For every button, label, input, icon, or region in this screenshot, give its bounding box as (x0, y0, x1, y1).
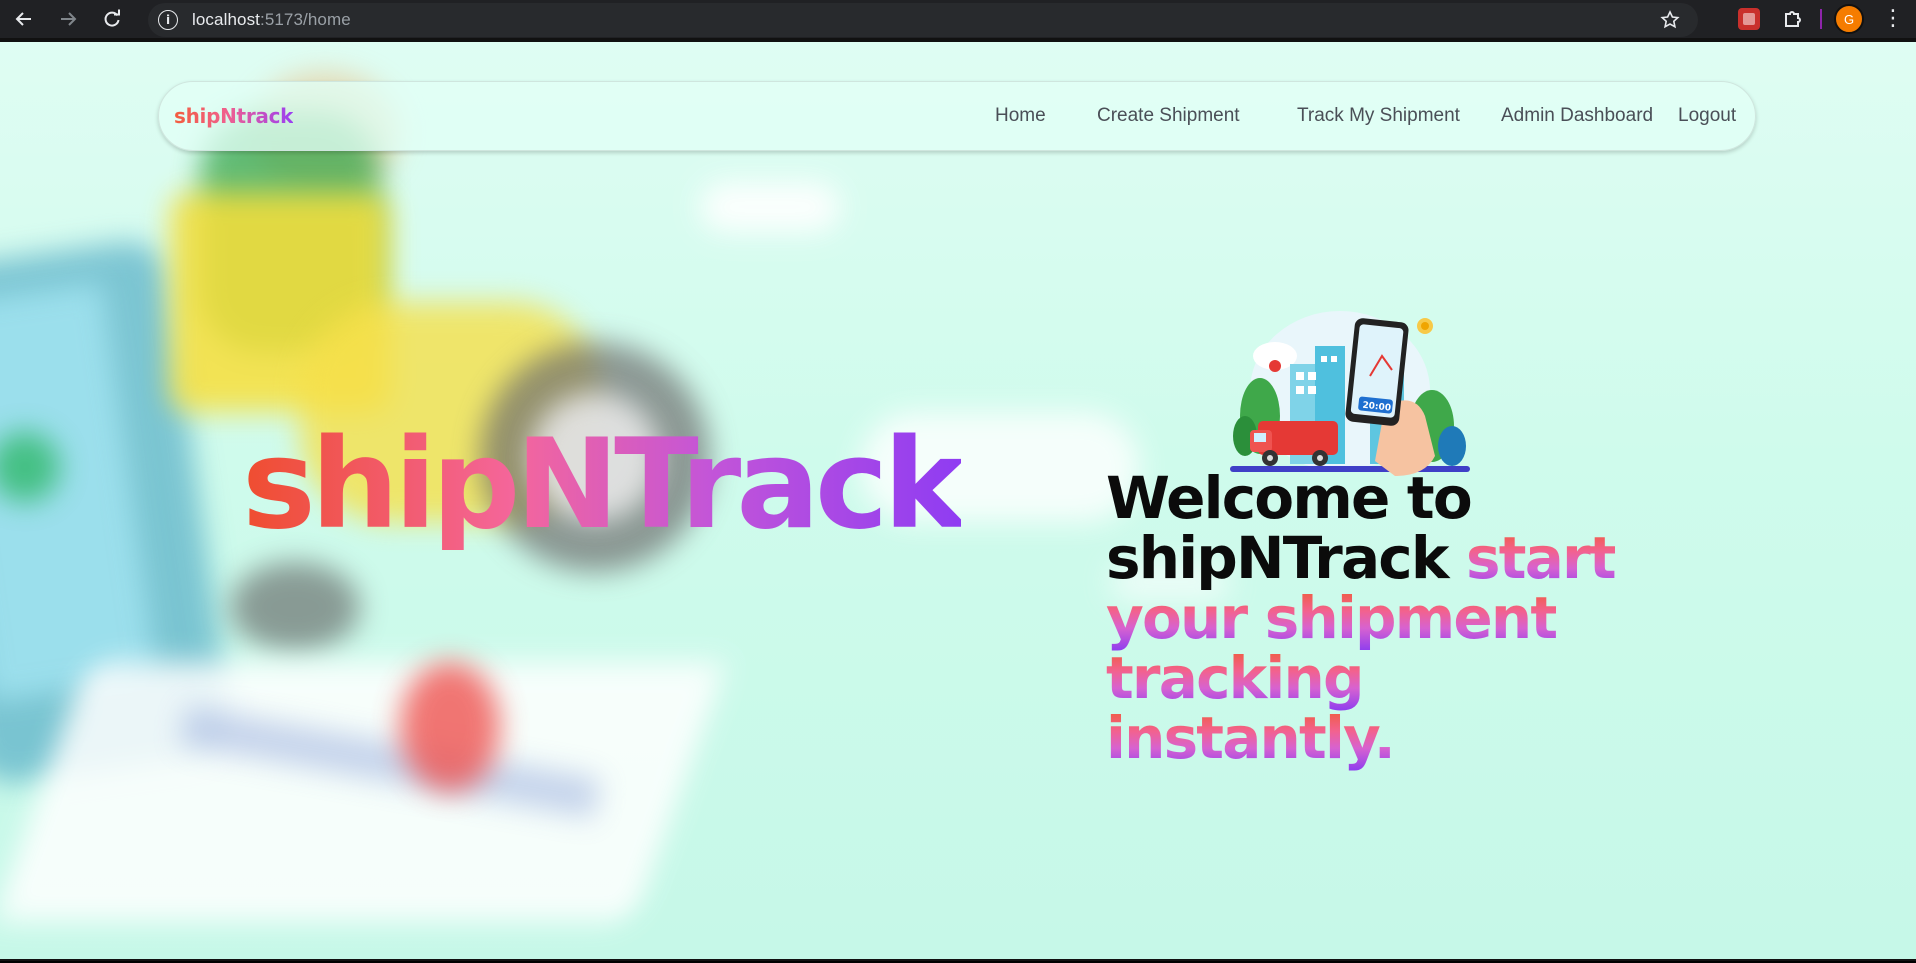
background-front-wheel-shape (230, 562, 360, 652)
url-text[interactable]: localhost:5173/home (192, 10, 351, 30)
nav-link-track-my-shipment[interactable]: Track My Shipment (1297, 105, 1460, 127)
headline-dark-text: Welcome to shipNTrack (1106, 464, 1473, 592)
url-path: :5173/home (260, 10, 351, 29)
site-navbar: shipNtrack Home Create Shipment Track My… (158, 81, 1756, 151)
forward-button[interactable] (48, 0, 88, 39)
hero-title: shipNTrack (242, 413, 966, 557)
extensions-area: G ⋮ (1738, 0, 1916, 38)
arrow-left-icon (15, 12, 31, 26)
menu-dots-icon[interactable]: ⋮ (1882, 8, 1904, 30)
puzzle-icon[interactable] (1782, 7, 1806, 31)
nav-link-logout[interactable]: Logout (1678, 105, 1736, 127)
welcome-headline: Welcome to shipNTrack start your shipmen… (1106, 468, 1626, 768)
nav-link-admin-dashboard[interactable]: Admin Dashboard (1501, 105, 1653, 127)
page-body: shipNtrack Home Create Shipment Track My… (0, 42, 1916, 961)
extension-icon[interactable] (1738, 8, 1760, 30)
profile-avatar[interactable]: G (1834, 4, 1864, 34)
browser-toolbar: i localhost:5173/home G ⋮ (0, 0, 1916, 42)
reload-button[interactable] (92, 0, 132, 39)
background-cloud (700, 182, 840, 232)
back-button[interactable] (4, 0, 44, 39)
address-bar[interactable]: i localhost:5173/home (148, 3, 1698, 37)
site-info-icon[interactable]: i (158, 10, 178, 30)
brand-logo[interactable]: shipNtrack (174, 104, 293, 128)
nav-link-home[interactable]: Home (995, 105, 1046, 127)
nav-link-create-shipment[interactable]: Create Shipment (1097, 105, 1240, 127)
background-map-shape (0, 662, 728, 922)
page-bottom-edge (0, 959, 1916, 961)
reload-icon (104, 9, 120, 27)
bookmark-star-icon[interactable] (1660, 10, 1680, 30)
toolbar-divider (1820, 9, 1822, 29)
url-host: localhost (192, 10, 260, 29)
delivery-tracking-illustration: 20:00 (1230, 311, 1470, 476)
background-location-pin-shape (400, 662, 500, 792)
arrow-right-icon (61, 12, 77, 26)
